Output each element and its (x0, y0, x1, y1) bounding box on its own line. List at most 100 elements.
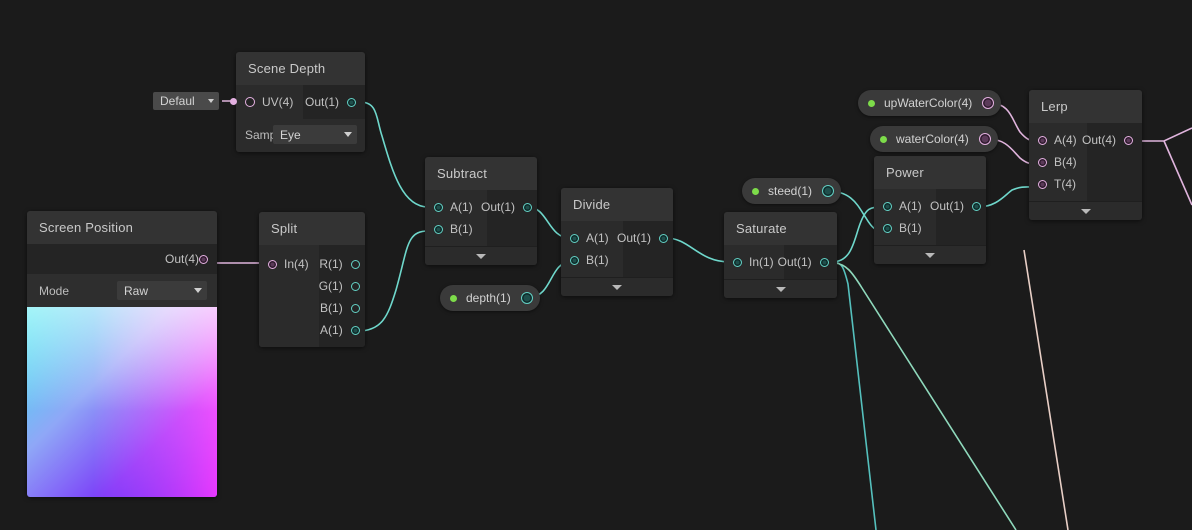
lerp-body: A(4) B(4) T(4) Out(4) (1029, 123, 1142, 201)
property-node-steed[interactable]: steed(1) (742, 178, 842, 204)
lerp-input-b[interactable]: B(4) (1029, 151, 1087, 173)
scene-depth-output-out[interactable]: Out(1) (303, 91, 365, 113)
scene-depth-input-uv[interactable]: UV(4) (236, 91, 303, 113)
chevron-down-icon (1080, 208, 1091, 214)
property-node-water-color[interactable]: waterColor(4) (870, 126, 998, 152)
port-lerp-a[interactable] (1038, 135, 1047, 145)
port-lerp-t[interactable] (1038, 179, 1047, 189)
port-subtract-out[interactable] (523, 202, 532, 212)
power-input-a[interactable]: A(1) (874, 195, 936, 217)
screen-position-mode-dropdown[interactable]: Raw (117, 281, 207, 300)
chevron-down-icon (775, 286, 786, 292)
port-label-lerp-out: Out(4) (1081, 133, 1116, 147)
port-property-up-water-color-out[interactable] (982, 97, 995, 109)
port-scenedepth-uv[interactable] (245, 97, 255, 107)
split-output-a[interactable]: A(1) (319, 319, 365, 341)
power-output-out[interactable]: Out(1) (930, 195, 986, 217)
divide-input-b[interactable]: B(1) (561, 249, 623, 271)
uv-default-dropdown[interactable]: Defaul (153, 92, 219, 110)
port-label-power-out: Out(1) (929, 199, 964, 213)
scene-depth-sampling-label: Samplin (245, 127, 273, 142)
node-split[interactable]: Split In(4) R(1) G(1) B(1) A(1) (259, 212, 365, 347)
node-title-split: Split (259, 212, 365, 245)
port-divide-out[interactable] (659, 233, 668, 243)
property-status-dot (880, 135, 887, 143)
port-label-lerp-a: A(4) (1054, 133, 1077, 147)
port-lerp-out[interactable] (1124, 135, 1133, 145)
lerp-output-out[interactable]: Out(4) (1082, 129, 1142, 151)
scene-depth-sampling-dropdown[interactable]: Eye (273, 125, 357, 144)
edge-split-a-to-subtract-b (357, 230, 429, 332)
uv-default-connector-dot[interactable] (230, 97, 237, 105)
port-saturate-in[interactable] (733, 257, 742, 267)
saturate-output-out[interactable]: Out(1) (778, 251, 837, 273)
property-node-up-water-color[interactable]: upWaterColor(4) (858, 90, 1002, 116)
split-output-r[interactable]: R(1) (319, 253, 365, 275)
node-scene-depth[interactable]: Scene Depth UV(4) Out(1) Samplin Eye (236, 52, 365, 152)
divide-collapse-bar[interactable] (561, 277, 673, 296)
port-saturate-out[interactable] (819, 257, 829, 267)
split-outputs: R(1) G(1) B(1) A(1) (318, 245, 365, 347)
divide-outputs: Out(1) (617, 221, 673, 277)
power-collapse-bar[interactable] (874, 245, 986, 264)
port-split-in[interactable] (268, 259, 277, 269)
edge-scenedepth-to-subtract-a (359, 101, 429, 208)
port-label-power-a: A(1) (899, 199, 922, 213)
property-node-depth[interactable]: depth(1) (440, 285, 540, 311)
node-divide[interactable]: Divide A(1) B(1) Out(1) (561, 188, 673, 296)
port-label-subtract-a: A(1) (450, 200, 473, 214)
saturate-body: In(1) Out(1) (724, 245, 837, 279)
split-input-in4[interactable]: In(4) (259, 253, 319, 275)
port-lerp-b[interactable] (1038, 157, 1047, 167)
port-scenedepth-out[interactable] (347, 97, 356, 107)
port-label-divide-a: A(1) (586, 231, 609, 245)
split-output-g[interactable]: G(1) (319, 275, 365, 297)
port-power-b[interactable] (883, 223, 892, 233)
node-screen-position[interactable]: Screen Position Out(4) Mode Raw (27, 211, 217, 497)
lerp-input-a[interactable]: A(4) (1029, 129, 1087, 151)
port-split-g[interactable] (350, 281, 360, 291)
edge-lerp-out-upper (1140, 127, 1192, 142)
subtract-input-a[interactable]: A(1) (425, 196, 487, 218)
node-lerp[interactable]: Lerp A(4) B(4) T(4) Out(4) (1029, 90, 1142, 220)
subtract-body: A(1) B(1) Out(1) (425, 190, 537, 246)
subtract-output-out[interactable]: Out(1) (481, 196, 537, 218)
port-split-r[interactable] (350, 259, 360, 269)
port-divide-b[interactable] (570, 255, 579, 265)
scene-depth-body: UV(4) Out(1) (236, 85, 365, 119)
power-input-b[interactable]: B(1) (874, 217, 936, 239)
divide-input-a[interactable]: A(1) (561, 227, 623, 249)
port-power-out[interactable] (972, 201, 981, 211)
power-outputs: Out(1) (930, 189, 986, 245)
saturate-input-in[interactable]: In(1) (724, 251, 784, 273)
lerp-collapse-bar[interactable] (1029, 201, 1142, 220)
node-subtract[interactable]: Subtract A(1) B(1) Out(1) (425, 157, 537, 265)
saturate-collapse-bar[interactable] (724, 279, 837, 298)
split-output-b[interactable]: B(1) (319, 297, 365, 319)
power-inputs: A(1) B(1) (874, 189, 936, 245)
subtract-input-b[interactable]: B(1) (425, 218, 487, 240)
node-title-scene-depth: Scene Depth (236, 52, 365, 85)
node-power[interactable]: Power A(1) B(1) Out(1) (874, 156, 986, 264)
port-property-steed-out[interactable] (822, 185, 835, 197)
port-divide-a[interactable] (570, 233, 579, 243)
port-subtract-a[interactable] (434, 202, 443, 212)
shader-graph-canvas[interactable]: Screen Position Out(4) Mode Raw Split In… (0, 0, 1192, 530)
subtract-collapse-bar[interactable] (425, 246, 537, 265)
lerp-input-t[interactable]: T(4) (1029, 173, 1087, 195)
node-saturate[interactable]: Saturate In(1) Out(1) (724, 212, 837, 298)
port-label-screenposition-out: Out(4) (164, 252, 199, 266)
port-subtract-b[interactable] (434, 224, 443, 234)
port-split-a[interactable] (350, 325, 360, 335)
port-screenposition-out[interactable] (199, 254, 208, 264)
port-property-water-color-out[interactable] (978, 133, 991, 145)
port-label-divide-b: B(1) (586, 253, 609, 267)
port-property-depth-out[interactable] (520, 292, 533, 304)
port-power-a[interactable] (883, 201, 892, 211)
divide-output-out[interactable]: Out(1) (617, 227, 673, 249)
node-title-divide: Divide (561, 188, 673, 221)
port-split-b[interactable] (350, 303, 360, 313)
scene-depth-uv-default-widget[interactable]: Defaul (153, 92, 237, 110)
port-label-split-a: A(1) (320, 323, 343, 337)
lerp-inputs: A(4) B(4) T(4) (1029, 123, 1087, 201)
